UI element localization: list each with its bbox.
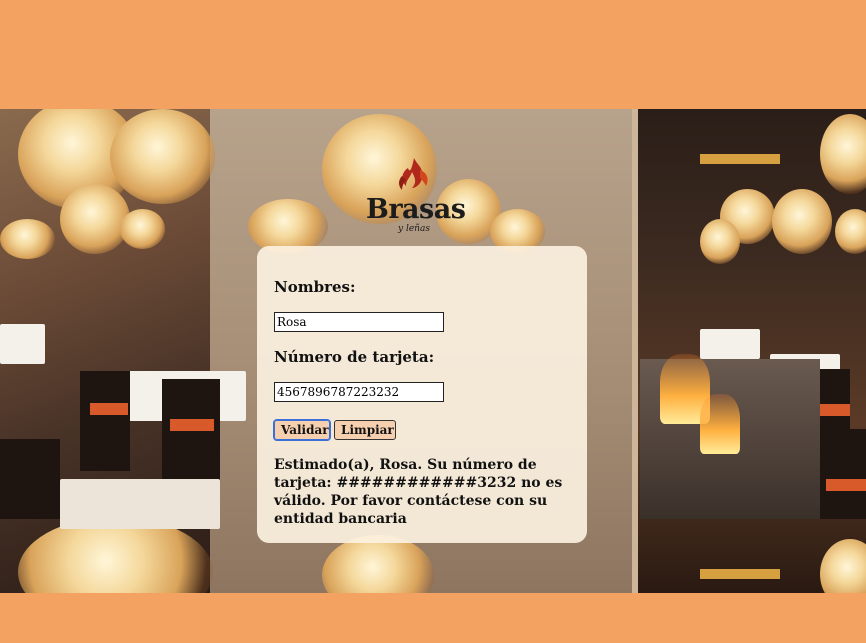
brand-logo: Brasas y leñas xyxy=(366,156,466,244)
lamp-icon xyxy=(700,219,740,264)
lamp-icon xyxy=(60,184,130,254)
name-label: Nombres: xyxy=(274,278,356,296)
clear-button[interactable]: Limpiar xyxy=(334,420,396,440)
lamp-icon xyxy=(110,109,215,204)
chair-seat xyxy=(826,479,866,491)
chair xyxy=(820,429,866,519)
table xyxy=(0,324,45,364)
table xyxy=(60,479,220,529)
fire-icon xyxy=(700,394,740,454)
lamp-icon xyxy=(772,189,832,254)
lamp-icon xyxy=(0,219,55,259)
lamp-icon xyxy=(120,209,165,249)
name-input[interactable] xyxy=(274,312,444,332)
brand-name: Brasas xyxy=(366,194,466,225)
chair xyxy=(80,371,130,471)
chair xyxy=(162,379,220,489)
chair-seat xyxy=(170,419,214,431)
validate-button[interactable]: Validar xyxy=(273,419,331,441)
brand-tagline: y leñas xyxy=(398,224,430,234)
bottom-band xyxy=(0,593,866,643)
card-number-input[interactable] xyxy=(274,382,444,402)
table xyxy=(700,329,760,359)
ceiling-light xyxy=(700,569,780,579)
top-band xyxy=(0,0,866,109)
chair-seat xyxy=(90,403,128,415)
card-number-label: Número de tarjeta: xyxy=(274,348,435,366)
ceiling-light xyxy=(700,154,780,164)
chair xyxy=(0,439,60,519)
image-divider xyxy=(632,109,638,593)
flame-logo-icon xyxy=(399,158,428,190)
payment-form-panel: Nombres: Número de tarjeta: Validar Limp… xyxy=(257,246,587,543)
validation-message: Estimado(a), Rosa. Su número de tarjeta:… xyxy=(274,457,563,527)
